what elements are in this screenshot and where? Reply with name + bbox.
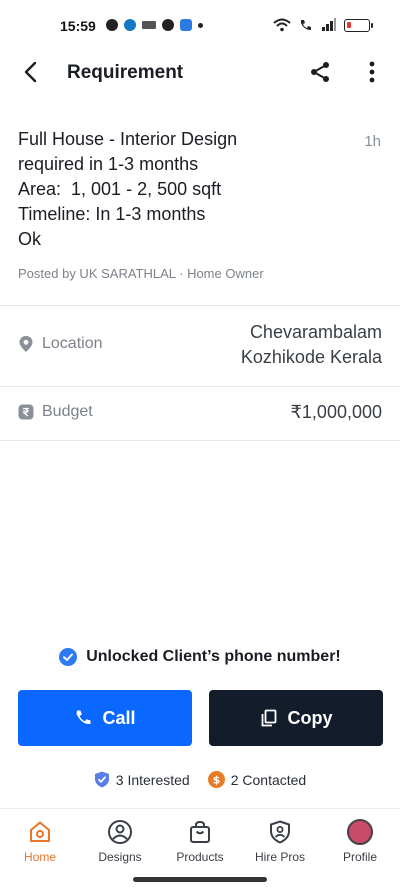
share-icon[interactable] (308, 60, 332, 84)
nav-home-label: Home (23, 850, 56, 864)
nav-home[interactable]: Home (0, 809, 80, 870)
copy-button-label: Copy (287, 707, 333, 728)
location-pin-icon (19, 336, 33, 352)
shield-check-icon (94, 771, 109, 788)
location-line-1: Chevarambalam (249, 322, 382, 342)
divider (0, 386, 400, 387)
contacted-count: 2 Contacted (230, 771, 307, 788)
app-notification-icon (180, 19, 192, 31)
app-notification-icon (124, 19, 136, 31)
app-bar: Requirement (0, 52, 400, 92)
verified-check-icon (59, 648, 78, 666)
phone-icon (76, 710, 91, 725)
location-label-text: Location (42, 335, 103, 352)
posted-time: 1h (364, 133, 381, 150)
location-line-2: Kozhikode Kerala (240, 347, 382, 367)
nav-products-label: Products (176, 850, 224, 864)
budget-label: Budget (18, 403, 93, 421)
chat-icon (106, 19, 118, 31)
rupee-icon (18, 404, 34, 420)
divider (0, 305, 400, 306)
system-icons (273, 18, 373, 32)
designs-icon (108, 820, 132, 844)
requirement-line: Ok (18, 229, 42, 249)
nav-designs-label: Designs (98, 850, 142, 864)
nav-hire-pros[interactable]: Hire Pros (240, 809, 320, 870)
nav-products[interactable]: Products (160, 809, 240, 870)
battery-icon (344, 18, 373, 32)
signal-icon (322, 18, 336, 31)
bottom-navigation: Home Designs Products Hire Pros Profile (0, 808, 400, 870)
location-label: Location (18, 335, 103, 353)
requirement-line: Area: 1, 001 - 2, 500 sqft (18, 179, 222, 199)
divider (0, 440, 400, 441)
dollar-coin-icon: $ (207, 771, 225, 788)
shopping-bag-icon (190, 820, 210, 843)
nav-designs[interactable]: Designs (80, 809, 160, 870)
unlock-banner: Unlocked Client’s phone number! (0, 648, 400, 666)
back-arrow-icon[interactable] (20, 60, 44, 84)
interested-count: 3 Interested (115, 771, 190, 788)
contacted-stat: $ 2 Contacted (207, 771, 307, 788)
budget-label-text: Budget (42, 403, 93, 420)
wifi-icon (273, 18, 291, 32)
app-notification-icon (142, 21, 156, 29)
status-time: 15:59 (60, 18, 96, 34)
budget-value: ₹1,000,000 (290, 402, 382, 422)
engagement-stats: 3 Interested $ 2 Contacted (0, 771, 400, 788)
requirement-line: Full House - Interior Design (18, 129, 238, 149)
interested-stat: 3 Interested (94, 771, 190, 788)
whatsapp-icon (162, 19, 174, 31)
nav-profile[interactable]: Profile (320, 809, 400, 870)
call-button-label: Call (102, 707, 136, 728)
more-notifications-icon (198, 22, 203, 28)
svg-text:$: $ (212, 774, 220, 787)
requirement-line: Timeline: In 1-3 months (18, 204, 206, 224)
copy-icon (261, 709, 276, 727)
hire-pros-shield-icon (270, 820, 290, 844)
nav-profile-label: Profile (342, 850, 377, 864)
nav-hire-pros-label: Hire Pros (254, 850, 305, 864)
requirement-description: Full House - Interior Design required in… (18, 127, 358, 252)
call-status-icon (301, 20, 311, 30)
unlock-message: Unlocked Client’s phone number! (86, 648, 341, 665)
status-bar: 15:59 (0, 0, 400, 52)
location-value: Chevarambalam Kozhikode Kerala (241, 320, 382, 370)
posted-by: Posted by UK SARATHLAL · Home Owner (18, 266, 264, 281)
call-button[interactable]: Call (18, 690, 192, 746)
requirement-line: required in 1-3 months (18, 154, 199, 174)
copy-button[interactable]: Copy (209, 690, 383, 746)
avatar (347, 819, 373, 845)
home-icon (30, 821, 50, 842)
home-indicator[interactable] (133, 877, 267, 882)
page-title: Requirement (67, 62, 184, 83)
notification-icons (106, 19, 203, 31)
more-options-icon[interactable] (362, 60, 382, 84)
